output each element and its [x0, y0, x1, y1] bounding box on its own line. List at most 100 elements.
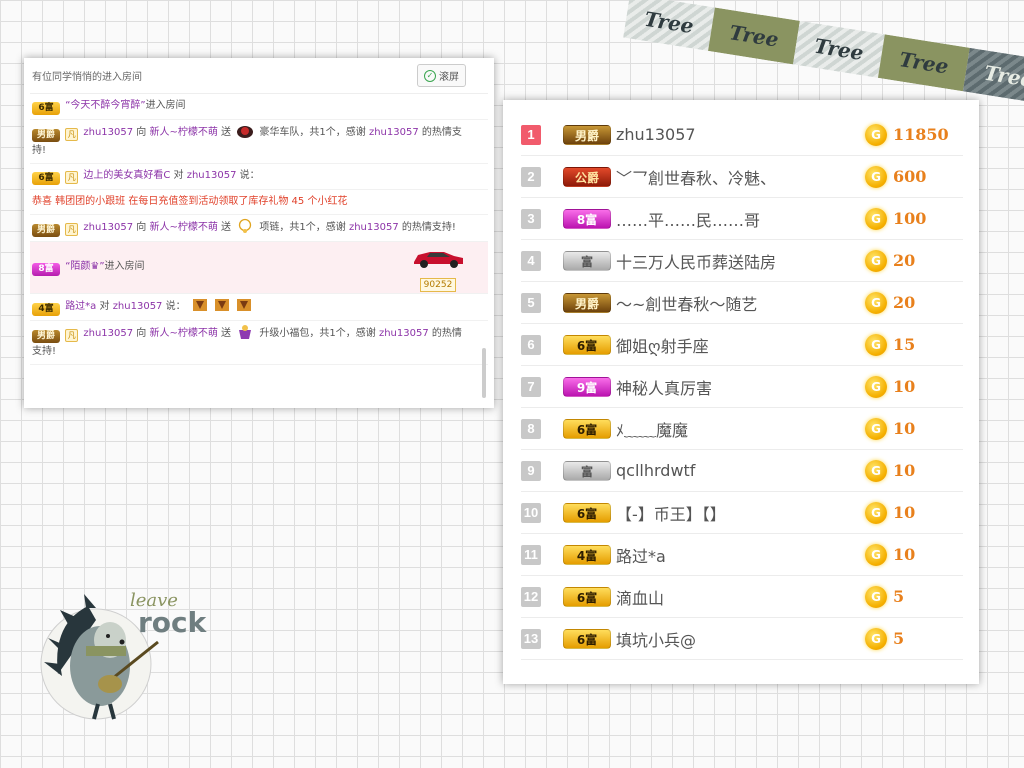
chat-text: 对 [96, 301, 113, 312]
ranking-row[interactable]: 13 6富 填坑小兵@ G 5 [521, 618, 963, 660]
tape-segment: Tree [623, 0, 715, 51]
ranking-user-name: 【-】币王】【】 [616, 504, 726, 524]
chat-user[interactable]: zhu13057 [83, 127, 133, 138]
coin-icon: G [865, 585, 887, 608]
chat-user[interactable]: “陌颜♛” [65, 261, 104, 272]
ranking-row[interactable]: 5 男爵 ～~創世春秋～随艺 G 20 [521, 282, 963, 324]
rank-number: 1 [521, 124, 541, 145]
rank-number: 4 [521, 250, 541, 271]
lucky-bag-gift-icon [239, 325, 252, 339]
wealth-badge: 6富 [563, 586, 611, 607]
coin-icon: G [865, 123, 887, 146]
chat-target-user[interactable]: 新人~柠檬不萌 [149, 127, 217, 138]
ranking-score: 5 [893, 629, 905, 648]
chat-message: 4富 路过*a 对 zhu13057 说： [30, 294, 488, 321]
chat-scrollbar[interactable] [482, 348, 486, 398]
ranking-user-name: 路过*a [616, 546, 666, 566]
wealth-badge: 6富 [563, 334, 611, 355]
chat-text: 说： [236, 170, 260, 181]
noble-badge: 男爵 [32, 224, 60, 237]
chat-target-user[interactable]: 新人~柠檬不萌 [149, 222, 217, 233]
sticker-text-main: rock [138, 606, 208, 639]
ranking-panel: 1 男爵 zhu13057 G 11850 2 公爵 ﹀乛創世春秋、冷魅、 G … [503, 100, 979, 684]
ranking-row[interactable]: 11 4富 路过*a G 10 [521, 534, 963, 576]
coin-icon: G [865, 501, 887, 524]
scroll-screen-label: 滚屏 [439, 72, 459, 83]
ranking-score: 10 [893, 419, 916, 438]
coin-icon: G [865, 249, 887, 272]
chat-text: 向 [133, 328, 150, 339]
ranking-row[interactable]: 6 6富 御姐ღ射手座 G 15 [521, 324, 963, 366]
ranking-score: 20 [893, 251, 916, 270]
chat-text: 送 [217, 328, 235, 339]
chat-user[interactable]: zhu13057 [83, 328, 133, 339]
chat-header: 有位同学悄悄的进入房间 ✓ 滚屏 [30, 58, 488, 94]
ranking-score: 10 [893, 503, 916, 522]
chat-user[interactable]: 路过*a [65, 301, 96, 312]
ranking-row[interactable]: 1 男爵 zhu13057 G 11850 [521, 114, 963, 156]
ranking-row[interactable]: 2 公爵 ﹀乛創世春秋、冷魅、 G 600 [521, 156, 963, 198]
coin-icon: G [865, 627, 887, 650]
chat-user[interactable]: zhu13057 [369, 127, 419, 138]
ranking-row[interactable]: 3 8富 ……平……民……哥 G 100 [521, 198, 963, 240]
chat-text: 送 [217, 127, 235, 138]
rank-number: 13 [521, 628, 541, 649]
chat-message: 6富 凡 边上的美女真好看C 对 zhu13057 说： [30, 164, 488, 190]
ranking-row[interactable]: 7 9富 神秘人真厉害 G 10 [521, 366, 963, 408]
emoji-icon [214, 299, 229, 311]
tape-segment: Tree [708, 7, 800, 65]
ranking-row[interactable]: 8 6富 ﾒ﹏﹏魔魔 G 10 [521, 408, 963, 450]
check-circle-icon: ✓ [424, 69, 436, 82]
ranking-score: 10 [893, 377, 916, 396]
chat-text: 向 [133, 127, 150, 138]
coin-icon: G [865, 291, 887, 314]
chat-text: 进入房间 [145, 100, 186, 111]
ranking-row[interactable]: 9 富 qcllhrdwtf G 10 [521, 450, 963, 492]
chat-text: 送 [217, 222, 235, 233]
rank-number: 3 [521, 208, 541, 229]
wealth-badge: 6富 [563, 502, 611, 523]
wealth-badge: 8富 [32, 263, 60, 276]
coin-icon: G [865, 333, 887, 356]
rank-number: 2 [521, 166, 541, 187]
ranking-score: 5 [893, 587, 905, 606]
chat-user[interactable]: “今天不醉今宵醉” [65, 100, 145, 111]
ranking-user-name: ﾒ﹏﹏魔魔 [616, 420, 689, 440]
noble-badge: 男爵 [563, 292, 611, 313]
chat-message-highlight: 8富 “陌颜♛”进入房间 90252 [30, 242, 488, 294]
rank-number: 8 [521, 418, 541, 439]
ranking-score: 11850 [893, 125, 949, 144]
chat-user[interactable]: zhu13057 [379, 328, 429, 339]
ranking-user-name: qcllhrdwtf [616, 461, 696, 480]
chat-text: 向 [133, 222, 150, 233]
noble-badge: 男爵 [563, 124, 611, 145]
ranking-user-name: 十三万人民币葬送陆房 [616, 252, 777, 272]
rank-number: 11 [521, 544, 541, 565]
scroll-screen-button[interactable]: ✓ 滚屏 [417, 64, 466, 87]
chat-target-user[interactable]: 新人~柠檬不萌 [149, 328, 217, 339]
chat-target-user[interactable]: zhu13057 [187, 170, 237, 181]
notice-text: 恭喜 韩团团的小跟班 在每日充值签到活动领取了库存礼物 45 个小红花 [32, 196, 348, 207]
chat-target-user[interactable]: zhu13057 [113, 301, 163, 312]
wealth-badge: 6富 [563, 418, 611, 439]
chat-notice: 恭喜 韩团团的小跟班 在每日充值签到活动领取了库存礼物 45 个小红花 [30, 190, 488, 215]
coin-icon: G [865, 543, 887, 566]
chat-user[interactable]: zhu13057 [83, 222, 133, 233]
coin-icon: G [865, 459, 887, 482]
coin-icon: G [865, 417, 887, 440]
chat-user[interactable]: zhu13057 [349, 222, 399, 233]
wealth-badge: 8富 [563, 208, 611, 229]
emoji-icon [192, 299, 207, 311]
car-entrance: 90252 [408, 244, 468, 293]
washi-tape-decoration: Tree Tree Tree Tree Tree [623, 0, 1024, 105]
ranking-row[interactable]: 10 6富 【-】币王】【】 G 10 [521, 492, 963, 534]
user-level-icon: 凡 [65, 171, 79, 184]
wealth-badge: 富 [563, 460, 611, 481]
ranking-user-name: ～~創世春秋～随艺 [616, 294, 758, 314]
chat-user[interactable]: 边上的美女真好看C [83, 170, 170, 181]
car-gift-icon [237, 126, 254, 138]
ranking-row[interactable]: 4 富 十三万人民币葬送陆房 G 20 [521, 240, 963, 282]
ranking-score: 600 [893, 167, 927, 186]
ranking-user-name: 填坑小兵@ [616, 630, 697, 650]
ranking-row[interactable]: 12 6富 滴血山 G 5 [521, 576, 963, 618]
